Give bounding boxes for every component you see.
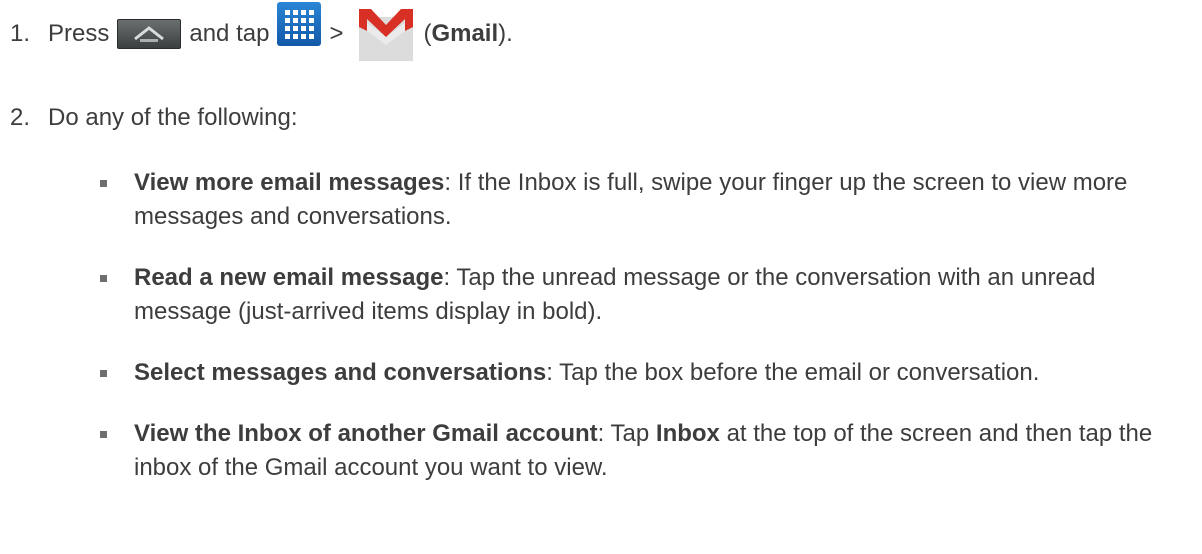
bullet-title: Select messages and conversations: [134, 359, 547, 386]
bullet-inbox-label: Inbox: [655, 420, 720, 447]
home-key-icon: [117, 19, 182, 49]
bullet-text-before: : Tap: [597, 420, 656, 447]
list-item: Select messages and conversations: Tap t…: [96, 356, 1186, 390]
gmail-icon: [355, 3, 417, 65]
bullet-square-icon: [100, 431, 107, 438]
step-text: Do any of the following:: [48, 104, 298, 131]
step-separator: >: [329, 20, 344, 47]
list-item: View more email messages: If the Inbox i…: [96, 166, 1186, 234]
bullet-text: : Tap the box before the email or conver…: [546, 359, 1040, 386]
list-item: View the Inbox of another Gmail account:…: [96, 417, 1186, 485]
step-text-and-tap: and tap: [189, 20, 270, 47]
step-close-paren: ).: [498, 20, 513, 47]
list-item: Read a new email message: Tap the unread…: [96, 261, 1186, 329]
bullet-square-icon: [100, 370, 107, 377]
apps-grid-icon: [277, 2, 322, 46]
bullet-title: View more email messages: [134, 169, 445, 196]
step-open-paren: (: [423, 20, 432, 47]
step-number: 2.: [10, 104, 31, 131]
step-2: 2. Do any of the following:: [0, 98, 297, 138]
app-name-gmail: Gmail: [431, 20, 499, 47]
bullet-title: View the Inbox of another Gmail account: [134, 420, 598, 447]
step-text-press: Press: [48, 20, 110, 47]
step-number: 1.: [10, 20, 31, 47]
bullet-square-icon: [100, 275, 107, 282]
step-1: 1. Press and tap > (Gmail).: [0, 2, 513, 66]
bullet-list: View more email messages: If the Inbox i…: [96, 166, 1186, 512]
bullet-square-icon: [100, 180, 107, 187]
bullet-title: Read a new email message: [134, 264, 444, 291]
